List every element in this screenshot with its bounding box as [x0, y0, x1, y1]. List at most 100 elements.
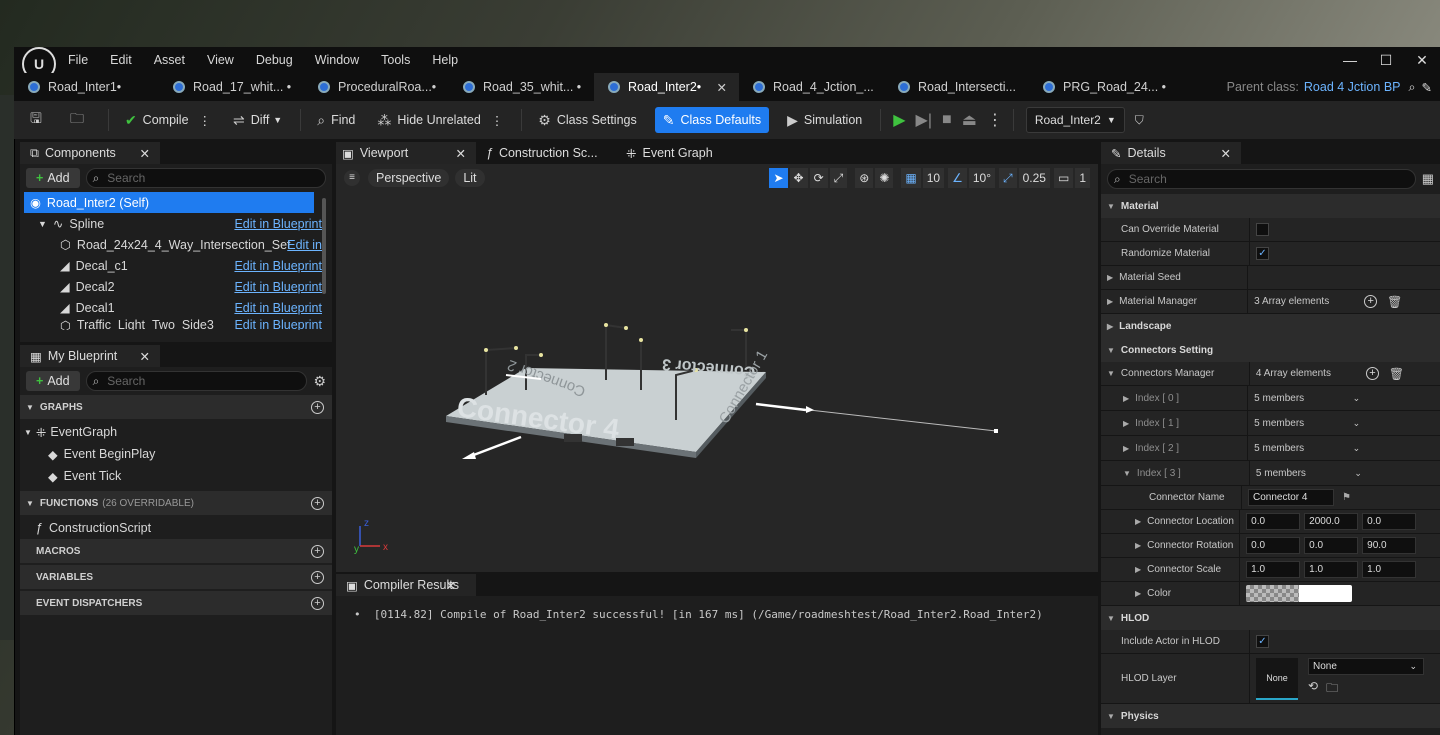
scale-icon[interactable]: ⤢	[829, 168, 848, 188]
table-view-icon[interactable]: ▦	[1422, 171, 1434, 187]
menu-asset[interactable]: Asset	[154, 53, 185, 67]
color-swatch[interactable]	[1246, 585, 1353, 602]
browse-asset-icon[interactable]: 🗀	[1326, 679, 1338, 700]
my-blueprint-search-input[interactable]: ⌕ Search	[85, 371, 308, 391]
details-tab[interactable]: ✎ Details ✕	[1101, 142, 1241, 164]
menu-view[interactable]: View	[207, 53, 234, 67]
index-0-dropdown[interactable]: 5 members ⌄	[1254, 393, 1360, 404]
component-intersection-mesh[interactable]: ⬡ Road_24x24_4_Way_Intersection_Set Edit i…	[20, 234, 332, 255]
component-spline[interactable]: ▼ ∿ Spline Edit in Blueprint	[20, 213, 332, 234]
tab-road-4-jction[interactable]: Road_4_Jction_...	[739, 73, 884, 101]
my-blueprint-tab[interactable]: ▦ My Blueprint ✕	[20, 345, 160, 367]
close-tab-icon[interactable]: ✕	[456, 146, 466, 161]
tab-road-17[interactable]: Road_17_whit... •	[159, 73, 304, 101]
location-x-input[interactable]: 0.0	[1246, 513, 1301, 530]
surface-snap-icon[interactable]: ✺	[875, 168, 894, 188]
connectors-setting-section[interactable]: ▼ Connectors Setting	[1101, 338, 1440, 362]
add-graph-icon[interactable]: +	[311, 400, 324, 414]
event-tick-item[interactable]: ◆ Event Tick	[20, 465, 332, 487]
macros-category[interactable]: MACROS +	[20, 539, 332, 563]
world-local-icon[interactable]: ⊛	[855, 168, 874, 188]
browse-button[interactable]: 🗀	[66, 107, 94, 133]
close-tab-icon[interactable]: ✕	[717, 80, 727, 95]
hide-options-icon[interactable]: ⋮	[491, 113, 504, 128]
select-mode-icon[interactable]: ➤	[769, 168, 788, 188]
component-root[interactable]: ◉ Road_Inter2 (Self)	[24, 192, 314, 213]
maximize-icon[interactable]: ☐	[1368, 47, 1404, 73]
debug-object-dropdown[interactable]: Road_Inter2 ▼	[1025, 107, 1125, 133]
add-function-icon[interactable]: +	[311, 496, 324, 510]
add-macro-icon[interactable]: +	[311, 544, 324, 558]
tab-construction-script[interactable]: ƒ Construction Sc...	[476, 142, 616, 164]
lit-button[interactable]: Lit	[455, 169, 485, 187]
tab-road-inter1[interactable]: Road_Inter1•	[14, 73, 159, 101]
close-panel-icon[interactable]: ✕	[1221, 146, 1231, 161]
index-2-row[interactable]: ▶ Index [ 2 ] 5 members ⌄	[1101, 436, 1440, 461]
save-button[interactable]: 🖫	[26, 107, 52, 133]
connector-scale-row[interactable]: ▶ Connector Scale 1.0 1.0 1.0	[1101, 558, 1440, 582]
close-window-icon[interactable]: ✕	[1404, 47, 1440, 73]
connector-location-row[interactable]: ▶ Connector Location 0.0 2000.0 0.0	[1101, 510, 1440, 534]
connector-rotation-row[interactable]: ▶ Connector Rotation 0.0 0.0 90.0	[1101, 534, 1440, 558]
edit-in-blueprint-link[interactable]: Edit in	[287, 238, 322, 252]
menu-debug[interactable]: Debug	[256, 53, 293, 67]
add-dispatcher-icon[interactable]: +	[311, 596, 324, 610]
add-element-icon[interactable]: +	[1365, 367, 1379, 380]
spline-point[interactable]	[994, 429, 998, 433]
index-1-dropdown[interactable]: 5 members ⌄	[1254, 418, 1360, 429]
landscape-section[interactable]: ▶ Landscape	[1101, 314, 1440, 338]
compile-button[interactable]: ✔ Compile ⋮	[121, 107, 215, 133]
close-panel-icon[interactable]: ✕	[140, 146, 150, 161]
index-3-dropdown[interactable]: 5 members ⌄	[1256, 468, 1362, 479]
edit-in-blueprint-link[interactable]: Edit in Blueprint	[234, 301, 322, 315]
play-icon[interactable]: ▶	[893, 110, 905, 130]
scale-z-input[interactable]: 1.0	[1362, 561, 1417, 578]
tab-viewport[interactable]: ▣ Viewport ✕	[336, 142, 476, 164]
simulation-button[interactable]: ▶ Simulation	[783, 107, 866, 133]
add-member-button[interactable]: + Add	[26, 371, 80, 391]
trash-icon[interactable]: 🗑	[1389, 367, 1404, 381]
translate-icon[interactable]: ✥	[789, 168, 808, 188]
color-row[interactable]: ▶ Color	[1101, 582, 1440, 606]
add-element-icon[interactable]: +	[1364, 295, 1378, 308]
index-0-row[interactable]: ▶ Index [ 0 ] 5 members ⌄	[1101, 386, 1440, 411]
connectors-manager-row[interactable]: ▼ Connectors Manager 4 Array elements + 🗑	[1101, 362, 1440, 386]
stop-icon[interactable]: ■	[942, 111, 952, 129]
eject-icon[interactable]: ⏏	[962, 110, 977, 130]
close-tab-icon[interactable]: ✕	[446, 578, 456, 593]
angle-snap-value[interactable]: 10°	[968, 168, 995, 188]
components-scrollbar[interactable]	[322, 198, 326, 294]
rotate-icon[interactable]: ⟳	[809, 168, 828, 188]
material-manager-row[interactable]: ▶ Material Manager 3 Array elements + 🗑	[1101, 290, 1440, 314]
tab-road-inter2[interactable]: Road_Inter2• ✕	[594, 73, 739, 101]
menu-help[interactable]: Help	[432, 53, 458, 67]
play-options-icon[interactable]: ⋮	[987, 110, 1003, 130]
index-3-row[interactable]: ▼ Index [ 3 ] 5 members ⌄	[1101, 461, 1440, 486]
parent-class-link[interactable]: Road 4 Jction BP	[1304, 80, 1401, 94]
index-1-row[interactable]: ▶ Index [ 1 ] 5 members ⌄	[1101, 411, 1440, 436]
physics-section[interactable]: ▼ Physics	[1101, 704, 1440, 728]
class-settings-button[interactable]: ⚙ Class Settings	[534, 107, 640, 133]
trash-icon[interactable]: 🗑	[1387, 295, 1402, 309]
hlod-section[interactable]: ▼ HLOD	[1101, 606, 1440, 630]
edit-in-blueprint-link[interactable]: Edit in Blueprint	[234, 318, 322, 330]
details-search-input[interactable]: ⌕ Search	[1107, 169, 1416, 189]
minimize-icon[interactable]: —	[1332, 47, 1368, 73]
rotation-x-input[interactable]: 0.0	[1246, 537, 1301, 554]
menu-tools[interactable]: Tools	[381, 53, 410, 67]
tab-prg-road[interactable]: PRG_Road_24... •	[1029, 73, 1174, 101]
location-z-input[interactable]: 0.0	[1362, 513, 1417, 530]
debug-filter-icon[interactable]: ⛉	[1135, 113, 1144, 128]
add-component-button[interactable]: + Add	[26, 168, 80, 188]
compiler-results-tab[interactable]: ▣ Compiler Results ✕	[336, 574, 476, 596]
step-icon[interactable]: ▶|	[916, 110, 932, 130]
location-y-input[interactable]: 2000.0	[1304, 513, 1359, 530]
diff-button[interactable]: ⇌ Diff ▼	[229, 107, 286, 133]
edit-pencil-icon[interactable]: ✎	[1422, 80, 1432, 95]
material-section[interactable]: ▼ Material	[1101, 194, 1440, 218]
variables-category[interactable]: VARIABLES +	[20, 565, 332, 589]
functions-category[interactable]: ▼ FUNCTIONS (26 OVERRIDABLE) +	[20, 491, 332, 515]
flag-icon[interactable]: ⚑	[1342, 492, 1351, 503]
connector-name-input[interactable]: Connector 4	[1248, 489, 1334, 506]
index-2-dropdown[interactable]: 5 members ⌄	[1254, 443, 1360, 454]
